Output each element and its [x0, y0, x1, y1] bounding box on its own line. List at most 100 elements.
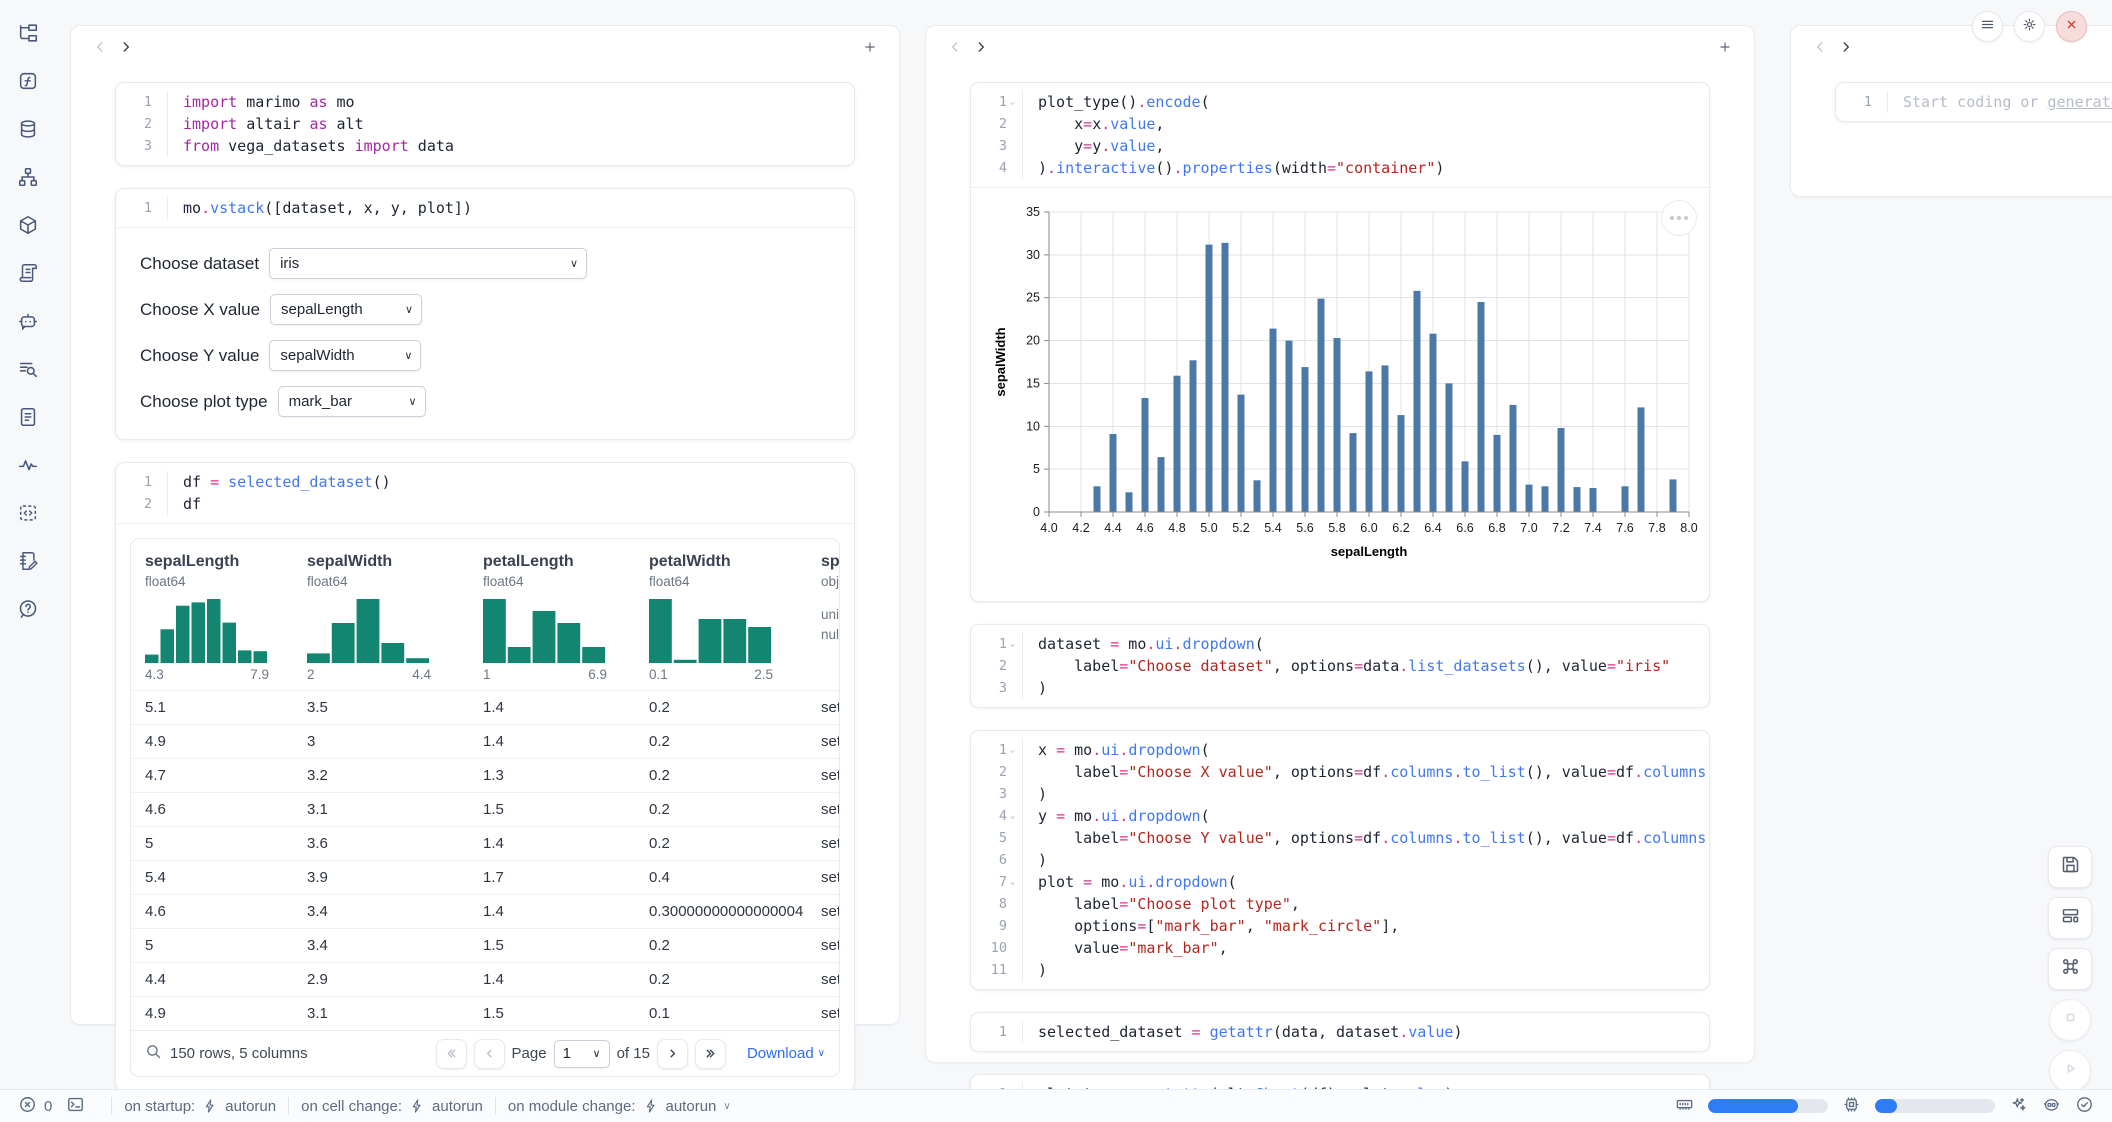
column-next-button[interactable]: [1833, 34, 1859, 60]
sidebar-button-chat-bot[interactable]: [11, 306, 45, 340]
run-button[interactable]: [2049, 1050, 2091, 1092]
sidebar-button-logs[interactable]: [11, 258, 45, 292]
copilot-button[interactable]: [2042, 1095, 2061, 1118]
code-text: ): [1038, 849, 1047, 871]
column-prev-button[interactable]: [942, 34, 968, 60]
cell-dataframe[interactable]: 1df = selected_dataset()2df sepalLengthf…: [115, 462, 855, 1092]
sidebar-button-dependency-graph[interactable]: [11, 162, 45, 196]
column-next-button[interactable]: [113, 34, 139, 60]
table-row[interactable]: 5.13.51.40.2setosa: [131, 691, 839, 725]
plot-type-select[interactable]: mark_bar: [278, 386, 426, 417]
command-icon: [2060, 956, 2081, 982]
column-header[interactable]: petalWidthfloat640.12.5: [635, 539, 807, 691]
line-number: 3: [971, 677, 1023, 699]
table-cell: 1.5: [469, 793, 635, 827]
cell-imports[interactable]: 1import marimo as mo2import altair as al…: [115, 82, 855, 166]
table-cell: 4.6: [131, 793, 293, 827]
add-cell-button[interactable]: [857, 34, 883, 60]
ai-button[interactable]: [2009, 1095, 2028, 1118]
download-button[interactable]: Download∨: [747, 1045, 825, 1062]
first-page-button[interactable]: [436, 1039, 467, 1069]
sidebar-button-database[interactable]: [11, 114, 45, 148]
close-button[interactable]: [2056, 11, 2087, 42]
runtime-config-item[interactable]: on cell change:autorun: [301, 1098, 483, 1115]
prev-page-button[interactable]: [474, 1039, 505, 1069]
page-select[interactable]: 1: [554, 1040, 610, 1068]
y-value-select[interactable]: sepalWidth: [269, 340, 421, 371]
bar: [1222, 243, 1229, 512]
errors-indicator[interactable]: 0: [18, 1095, 52, 1118]
runtime-config-item[interactable]: on module change:autorun∨: [508, 1098, 731, 1115]
column-header[interactable]: sepalWidthfloat6424.4: [293, 539, 469, 691]
svg-text:6.0: 6.0: [1360, 521, 1377, 535]
stop-button[interactable]: [2049, 999, 2091, 1041]
next-page-button[interactable]: [657, 1039, 688, 1069]
table-row[interactable]: 53.61.40.2setosa: [131, 827, 839, 861]
line-number: 1⌄: [971, 739, 1023, 761]
sidebar-button-file-tree[interactable]: [11, 18, 45, 52]
bar: [1206, 245, 1213, 512]
table-cell: 0.2: [635, 725, 807, 759]
code-line: 3from vega_datasets import data: [116, 135, 840, 157]
shortcuts-button[interactable]: [2048, 948, 2092, 990]
search-icon[interactable]: [145, 1043, 162, 1064]
sidebar-button-snippets[interactable]: [11, 498, 45, 532]
connection-status-button[interactable]: [2075, 1095, 2094, 1118]
sidebar-button-help[interactable]: [11, 594, 45, 628]
table-cell: 1.4: [469, 691, 635, 725]
svg-text:4.6: 4.6: [1136, 521, 1153, 535]
svg-text:25: 25: [1026, 291, 1040, 305]
fold-chevron-icon: ⌄: [1007, 739, 1018, 761]
settings-button[interactable]: [2014, 11, 2045, 42]
bar: [1398, 415, 1405, 512]
layout-button[interactable]: [2048, 897, 2092, 939]
chart-menu-button[interactable]: [1661, 200, 1697, 236]
table-cell: 5: [131, 929, 293, 963]
table-row[interactable]: 4.931.40.2setosa: [131, 725, 839, 759]
column-prev-button[interactable]: [1807, 34, 1833, 60]
last-page-button[interactable]: [695, 1039, 726, 1069]
control-row: Choose datasetiris: [140, 248, 830, 279]
sidebar-button-document[interactable]: [11, 402, 45, 436]
bar: [1430, 334, 1437, 512]
column-prev-button[interactable]: [87, 34, 113, 60]
column-header[interactable]: petalLengthfloat6416.9: [469, 539, 635, 691]
bar: [1638, 407, 1645, 512]
column-next-button[interactable]: [968, 34, 994, 60]
add-cell-button[interactable]: [1712, 34, 1738, 60]
sidebar-button-scratchpad-search[interactable]: [11, 354, 45, 388]
cell-plot[interactable]: 1⌄plot_type().encode(2 x=x.value,3 y=y.v…: [970, 82, 1710, 602]
x-value-select[interactable]: sepalLength: [270, 294, 422, 325]
cell-dataset-dropdown[interactable]: 1⌄dataset = mo.ui.dropdown(2 label="Choo…: [970, 624, 1710, 708]
save-button[interactable]: [2048, 846, 2092, 888]
cell-xyplot-dropdowns[interactable]: 1⌄x = mo.ui.dropdown(2 label="Choose X v…: [970, 730, 1710, 990]
table-row[interactable]: 5.43.91.70.4setosa: [131, 861, 839, 895]
table-row[interactable]: 4.93.11.50.1setosa: [131, 997, 839, 1031]
terminal-button[interactable]: [66, 1095, 85, 1118]
stop-icon: [2060, 1007, 2081, 1033]
column-header[interactable]: speciesobjectuniquenulls:: [807, 539, 839, 691]
menu-button[interactable]: [1972, 11, 2003, 42]
table-row[interactable]: 4.63.41.40.30000000000000004setosa: [131, 895, 839, 929]
cell-selected-dataset[interactable]: 1selected_dataset = getattr(data, datase…: [970, 1012, 1710, 1052]
sidebar-button-function[interactable]: [11, 66, 45, 100]
editor-placeholder[interactable]: Start coding or generate with: [1903, 91, 2112, 113]
bar: [1238, 395, 1245, 512]
dataset-select[interactable]: iris: [269, 248, 587, 279]
table-row[interactable]: 53.41.50.2setosa: [131, 929, 839, 963]
sidebar-button-notebook-edit[interactable]: [11, 546, 45, 580]
table-row[interactable]: 4.63.11.50.2setosa: [131, 793, 839, 827]
runtime-config-item[interactable]: on startup:autorun: [124, 1098, 276, 1115]
bar-chart[interactable]: 4.04.24.44.64.85.05.25.45.65.86.06.26.46…: [991, 198, 1710, 590]
table-cell: 5: [131, 827, 293, 861]
cell-vstack[interactable]: 1mo.vstack([dataset, x, y, plot]) Choose…: [115, 188, 855, 440]
histogram-max: 2.5: [754, 667, 773, 682]
column-header[interactable]: sepalLengthfloat644.37.9: [131, 539, 293, 691]
table-row[interactable]: 4.42.91.40.2setosa: [131, 963, 839, 997]
column-type: float64: [307, 574, 461, 589]
table-row[interactable]: 4.73.21.30.2setosa: [131, 759, 839, 793]
svg-text:7.2: 7.2: [1552, 521, 1569, 535]
sidebar-button-package[interactable]: [11, 210, 45, 244]
cell-empty[interactable]: 1 Start coding or generate with: [1835, 82, 2112, 122]
sidebar-button-tracing[interactable]: [11, 450, 45, 484]
